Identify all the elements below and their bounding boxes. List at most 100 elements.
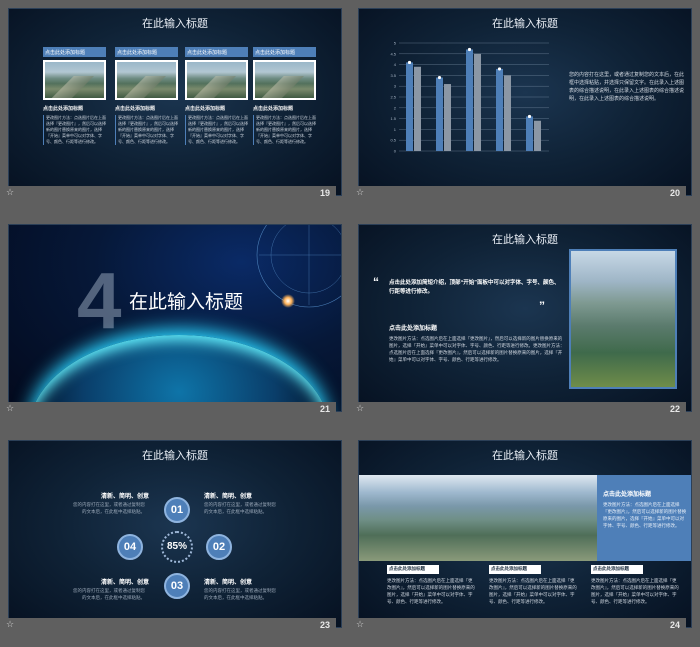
bar-glow-dot [407, 60, 412, 65]
section-number: 4 [77, 256, 122, 345]
slide-number: 21 [319, 404, 330, 414]
item-text: 您的内容打在这里，或者通过复制您的文本后，在此框中选择粘贴。 [73, 502, 145, 514]
y-tick-label: 1 [394, 127, 397, 132]
card: 点击此处添加标题 点击此处添加标题 更改图片方法：点选图片后在上面选择『更改图片… [115, 47, 178, 145]
y-tick-label: 3 [394, 84, 397, 89]
star-icon[interactable]: ☆ [6, 403, 14, 414]
light-flare [281, 294, 295, 308]
y-tick-label: 4 [394, 62, 397, 67]
bar [466, 49, 473, 152]
card-subtitle: 点击此处添加标题 [43, 106, 84, 112]
bar-glow-dot [437, 75, 442, 80]
slide-title: 在此输入标题 [142, 18, 208, 30]
chart-description: 您的内容打在这里，或者通过复制您的文本后，在此框中选择粘贴，并选择只保留文字。在… [569, 72, 685, 102]
quote-text: 点击此处添加简短介绍，顶部“开始”面板中可以对字体、字号、颜色、行距等进行修改。 [389, 280, 560, 295]
tag-label: 点击此处添加标题 [387, 565, 439, 574]
slide-thumb-19[interactable]: 在此输入标题 点击此处添加标题 点击此处添加标题 更改图片方法：点选图片后在上面… [0, 0, 342, 200]
star-icon[interactable]: ☆ [6, 187, 14, 198]
card-body: 更改图片方法：点选图片后在上面选择『更改图片』，然后可以选择新的图片替换原来的图… [43, 115, 106, 145]
slide-title: 在此输入标题 [492, 450, 558, 462]
card-body: 更改图片方法：点选图片后在上面选择『更改图片』，然后可以选择新的图片替换原来的图… [115, 115, 178, 145]
landscape-photo [185, 60, 248, 100]
petal-01: 01 [164, 497, 190, 523]
card: 点击此处添加标题 点击此处添加标题 更改图片方法：点选图片后在上面选择『更改图片… [253, 47, 316, 145]
tree-landscape-photo [569, 249, 677, 389]
y-tick-label: 0 [394, 149, 397, 154]
landscape-photo [253, 60, 316, 100]
card-header: 点击此处添加标题 [185, 47, 248, 57]
slide-thumb-22[interactable]: 在此输入标题 “ 点击此处添加简短介绍，顶部“开始”面板中可以对字体、字号、颜色… [350, 216, 692, 416]
info-box-heading: 点击此处添加标题 [603, 492, 652, 498]
bar-glow-dot [467, 47, 472, 52]
star-icon[interactable]: ☆ [6, 619, 14, 630]
info-box-text: 更改图片方法：点选图片后在上面选择『更改图片』，然后可以选择新的图片替换原来的图… [603, 502, 687, 528]
slide-number: 24 [669, 620, 680, 630]
slide-canvas: 在此输入标题 点击此处添加标题 点击此处添加标题 更改图片方法：点选图片后在上面… [8, 8, 342, 196]
slide-number: 23 [319, 620, 330, 630]
slide-title: 在此输入标题 [142, 450, 208, 462]
item-heading: 清新、简明、创意 [204, 580, 253, 586]
slide-thumb-20[interactable]: 在此输入标题 5 4.5 4 3.5 3 2.5 2 1.5 1 0.5 0 您的内容打在这里，或者… [350, 0, 692, 200]
y-tick-label: 2.5 [390, 95, 396, 100]
bar [526, 116, 533, 151]
subtitle: 点击此处添加标题 [389, 326, 438, 332]
bar-glow-dot [527, 114, 532, 119]
star-icon[interactable]: ☆ [356, 619, 364, 630]
bar [406, 62, 413, 151]
slide-number: 22 [669, 404, 680, 414]
landscape-photo [115, 60, 178, 100]
slide-number: 20 [669, 188, 680, 198]
card-subtitle: 点击此处添加标题 [185, 106, 226, 112]
tag-label: 点击此处添加标题 [591, 565, 643, 574]
slide-title: 在此输入标题 [492, 234, 558, 246]
y-tick-label: 2 [394, 105, 397, 110]
item-text: 您的内容打在这里，或者通过复制您的文本后，在此框中选择粘贴。 [204, 588, 276, 600]
card-header: 点击此处添加标题 [43, 47, 106, 57]
star-icon[interactable]: ☆ [356, 403, 364, 414]
info-box: 点击此处添加标题 更改图片方法：点选图片后在上面选择『更改图片』，然后可以选择新… [597, 475, 691, 561]
bar [534, 120, 541, 151]
card-body: 更改图片方法：点选图片后在上面选择『更改图片』，然后可以选择新的图片替换原来的图… [253, 115, 316, 145]
card-header: 点击此处添加标题 [253, 47, 316, 57]
bar [414, 66, 421, 151]
bar [504, 75, 511, 151]
network-globe-graphic [256, 225, 341, 308]
card-body: 更改图片方法：点选图片后在上面选择『更改图片』，然后可以选择新的图片替换原来的图… [185, 115, 248, 145]
body-text: 更改图片方法：点选图片后在上面选择『更改图片』，然后可以选择新的图片替换原来的图… [389, 336, 565, 362]
slide-thumb-24[interactable]: 在此输入标题 点击此处添加标题 更改图片方法：点选图片后在上面选择『更改图片』，… [350, 432, 692, 632]
column-text: 更改图片方法：点选图片后在上面选择『更改图片』，然后可以选择新的图片替换原来的图… [591, 578, 679, 604]
card: 点击此处添加标题 点击此处添加标题 更改图片方法：点选图片后在上面选择『更改图片… [43, 47, 106, 145]
y-tick-label: 4.5 [390, 51, 396, 56]
bar [444, 84, 451, 151]
bar [496, 68, 503, 151]
y-tick-label: 1.5 [390, 116, 396, 121]
quote-close-icon: ” [539, 299, 545, 313]
item-text: 您的内容打在这里，或者通过复制您的文本后，在此框中选择粘贴。 [204, 502, 276, 514]
slide-canvas: 在此输入标题 清新、简明、创意 您的内容打在这里，或者通过复制您的文本后，在此框… [8, 440, 342, 628]
slide-canvas: 4 在此输入标题 [8, 224, 342, 412]
bar-glow-dot [497, 67, 502, 71]
quote-open-icon: “ [373, 275, 379, 289]
slide-canvas: 在此输入标题 “ 点击此处添加简短介绍，顶部“开始”面板中可以对字体、字号、颜色… [358, 224, 692, 412]
earth-graphic [29, 335, 329, 411]
slide-thumb-21[interactable]: 4 在此输入标题 ☆ 21 [0, 216, 342, 416]
bar [436, 77, 443, 151]
card: 点击此处添加标题 点击此处添加标题 更改图片方法：点选图片后在上面选择『更改图片… [185, 47, 248, 145]
item-text: 您的内容打在这里，或者通过复制您的文本后，在此框中选择粘贴。 [73, 588, 145, 600]
card-subtitle: 点击此处添加标题 [115, 106, 156, 112]
petal-04: 04 [117, 534, 143, 560]
petal-02: 02 [206, 534, 232, 560]
slide-canvas: 在此输入标题 点击此处添加标题 更改图片方法：点选图片后在上面选择『更改图片』，… [358, 440, 692, 628]
bar-chart: 5 4.5 4 3.5 3 2.5 2 1.5 1 0.5 0 [390, 41, 549, 154]
star-icon[interactable]: ☆ [356, 187, 364, 198]
item-heading: 清新、简明、创意 [204, 494, 253, 500]
slide-canvas: 在此输入标题 5 4.5 4 3.5 3 2.5 2 1.5 1 0.5 0 您的内容打在这里，或者… [358, 8, 692, 196]
column-text: 更改图片方法：点选图片后在上面选择『更改图片』，然后可以选择新的图片替换原来的图… [489, 578, 577, 604]
y-tick-label: 3.5 [390, 73, 396, 78]
column-text: 更改图片方法：点选图片后在上面选择『更改图片』，然后可以选择新的图片替换原来的图… [387, 578, 475, 604]
item-heading: 清新、简明、创意 [101, 494, 150, 500]
y-tick-label: 5 [394, 41, 397, 46]
landscape-photo [43, 60, 106, 100]
petal-03: 03 [164, 573, 190, 599]
slide-thumb-23[interactable]: 在此输入标题 清新、简明、创意 您的内容打在这里，或者通过复制您的文本后，在此框… [0, 432, 342, 632]
